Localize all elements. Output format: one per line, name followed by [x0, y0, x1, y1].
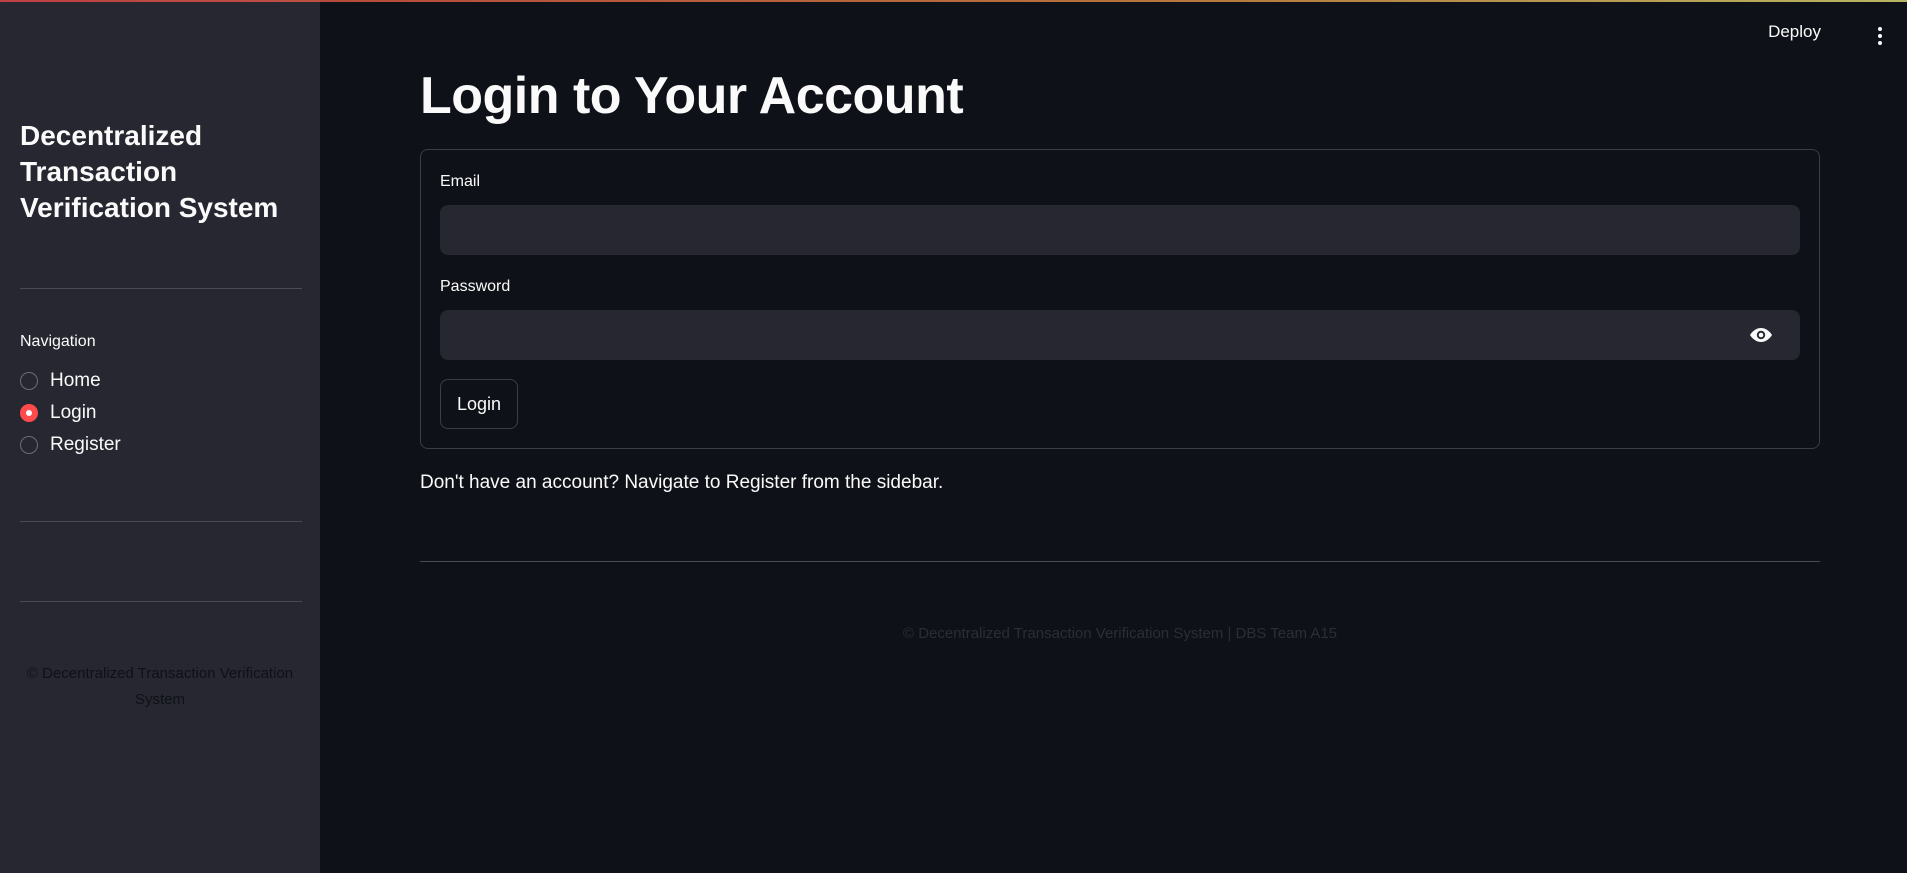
eye-icon[interactable] — [1747, 324, 1775, 346]
sidebar: Decentralized Transaction Verification S… — [0, 0, 320, 873]
email-label: Email — [440, 173, 481, 190]
email-field[interactable] — [440, 205, 1800, 255]
login-form: Email Password Login — [420, 149, 1820, 449]
main-footer: © Decentralized Transaction Verification… — [902, 625, 1338, 642]
deploy-button[interactable]: Deploy — [1768, 22, 1821, 42]
sidebar-divider — [20, 288, 302, 289]
radio-unchecked-icon[interactable] — [20, 372, 38, 390]
password-label: Password — [440, 278, 511, 295]
nav-radio-label: Home — [50, 370, 101, 391]
register-hint-text: Don't have an account? Navigate to Regis… — [420, 472, 944, 493]
radio-checked-icon[interactable] — [20, 404, 38, 422]
nav-radio-register[interactable]: Register — [20, 432, 121, 458]
nav-radio-label: Login — [50, 402, 97, 423]
page-title: Login to Your Account — [420, 67, 964, 125]
sidebar-footer: © Decentralized Transaction Verification… — [26, 665, 294, 708]
nav-radio-label: Register — [50, 434, 121, 455]
top-decoration-bar — [0, 0, 1907, 2]
main-divider — [420, 561, 1820, 562]
sidebar-title: Decentralized Transaction Verification S… — [20, 120, 279, 223]
kebab-menu-icon[interactable] — [1873, 26, 1887, 46]
navigation-label: Navigation — [20, 333, 96, 350]
login-button[interactable]: Login — [440, 379, 518, 429]
nav-radio-login[interactable]: Login — [20, 400, 97, 426]
password-field[interactable] — [440, 310, 1800, 360]
sidebar-divider — [20, 521, 302, 522]
nav-radio-home[interactable]: Home — [20, 368, 101, 394]
sidebar-divider — [20, 601, 302, 602]
radio-unchecked-icon[interactable] — [20, 436, 38, 454]
